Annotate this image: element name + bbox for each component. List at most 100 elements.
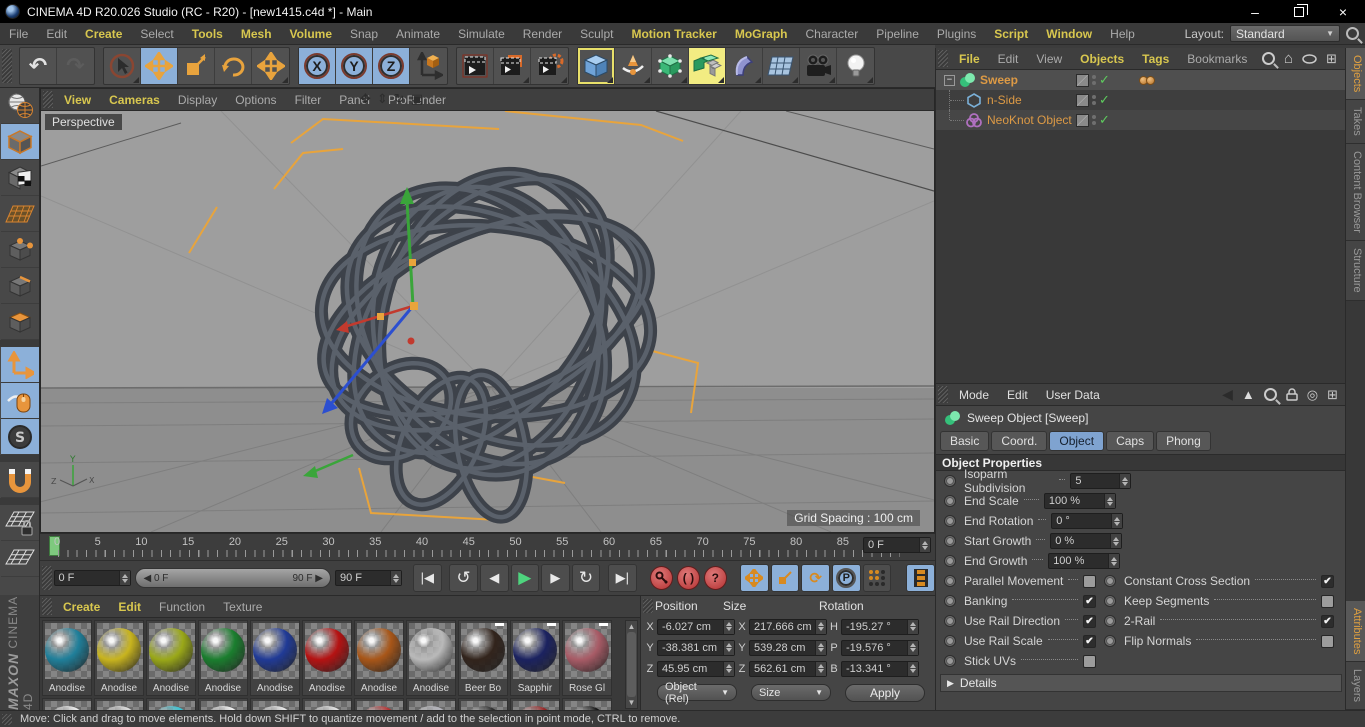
banking-checkbox[interactable]: ✔ [1083,595,1096,608]
workplane-mode-button[interactable] [1,196,39,232]
keyframe-circle-icon[interactable] [1104,615,1116,627]
material-tile[interactable]: Beer Bo [458,620,508,696]
target-icon[interactable]: ◎ [1307,387,1318,403]
tab-coord[interactable]: Coord. [991,431,1047,451]
keyframe-circle-icon[interactable] [944,635,956,647]
keying-selection-button[interactable] [863,564,892,592]
spinner-icon[interactable] [907,641,918,655]
menu-create[interactable]: Create [76,27,131,41]
polygons-mode-button[interactable] [1,304,39,340]
rotation-p-field[interactable]: -19.576 ° [841,640,919,656]
enabled-check-icon[interactable]: ✓ [1099,112,1110,128]
spinner-icon[interactable] [723,662,734,676]
tab-basic[interactable]: Basic [940,431,989,451]
scroll-up-icon[interactable]: ▲ [628,622,636,631]
spinner-icon[interactable] [723,620,734,634]
spinner-icon[interactable] [907,620,918,634]
attr-menu-edit[interactable]: Edit [998,388,1037,402]
position-x-field[interactable]: -6.027 cm [657,619,735,635]
keyframe-circle-icon[interactable] [944,475,956,487]
object-tags[interactable] [1141,76,1155,85]
spinner-icon[interactable] [1110,534,1121,548]
previous-key-button[interactable]: ↺ [449,564,478,592]
add-cube-button[interactable] [578,48,615,84]
om-search-icon[interactable] [1262,52,1275,65]
viewport-menu-options[interactable]: Options [226,93,285,107]
x-axis-lock-button[interactable]: X [299,48,336,84]
points-mode-button[interactable] [1,232,39,268]
om-menu-bookmarks[interactable]: Bookmarks [1178,52,1256,66]
render-picture-viewer-button[interactable] [494,48,531,84]
material-tile[interactable]: Anodise [354,620,404,696]
attr-menu-userdata[interactable]: User Data [1037,388,1109,402]
range-end-field[interactable]: 90 F [335,570,402,586]
toolbar-grip[interactable] [2,49,12,83]
menu-animate[interactable]: Animate [387,27,449,41]
viewport-menu-view[interactable]: View [55,93,100,107]
preview-range-slider[interactable]: ◀ 0 F 90 F ▶ [135,568,331,588]
material-tile[interactable]: Anodise [42,620,92,696]
material-tile[interactable]: Anodise [146,620,196,696]
end-rotation-field[interactable]: 0 ° [1051,513,1123,529]
material-tile[interactable] [198,698,248,710]
spinner-icon[interactable] [119,571,130,585]
workplane-button[interactable] [1,541,39,577]
layer-chip[interactable] [1076,94,1089,107]
visibility-dots[interactable] [1092,95,1096,105]
tab-objects[interactable]: Objects [1346,48,1365,100]
layer-chip[interactable] [1076,114,1089,127]
material-tile[interactable] [250,698,300,710]
previous-frame-button[interactable]: ◀ [480,564,509,592]
tab-phong[interactable]: Phong [1156,431,1211,451]
next-frame-button[interactable]: ▶ [541,564,570,592]
isoparm-subdivision-field[interactable]: 5 [1070,473,1131,489]
coordinate-system-button[interactable] [410,48,447,84]
size-mode-dropdown[interactable]: Size▼ [751,684,831,701]
deformers-button[interactable] [726,48,763,84]
tab-caps[interactable]: Caps [1106,431,1154,451]
spinner-icon[interactable] [1104,494,1115,508]
keyframe-circle-icon[interactable] [944,615,956,627]
materials-grip[interactable] [42,598,52,615]
generators-sweep-button[interactable] [689,48,726,84]
subdivision-surface-button[interactable] [652,48,689,84]
goto-start-button[interactable]: |◀ [413,564,442,592]
search-icon[interactable] [1346,27,1359,40]
tab-takes[interactable]: Takes [1346,100,1365,144]
pan-view-icon[interactable]: ✥ [360,91,371,107]
start-growth-field[interactable]: 0 % [1050,533,1122,549]
spinner-icon[interactable] [390,571,401,585]
render-settings-button[interactable] [531,48,568,84]
texture-mode-button[interactable] [1,160,39,196]
keep-segments-checkbox[interactable] [1321,595,1334,608]
material-tile[interactable] [406,698,456,710]
menu-mesh[interactable]: Mesh [232,27,281,41]
history-back-icon[interactable]: ◀ [1222,386,1233,403]
details-expander[interactable]: ▶ Details [940,674,1342,692]
size-x-field[interactable]: 217.666 cm [749,619,827,635]
position-z-field[interactable]: 45.95 cm [657,661,735,677]
y-axis-lock-button[interactable]: Y [336,48,373,84]
toggle-view-icon[interactable]: ▣ [411,91,423,107]
menu-pipeline[interactable]: Pipeline [867,27,928,41]
spinner-icon[interactable] [1119,474,1130,488]
material-tile[interactable] [42,698,92,710]
lock-workplane-button[interactable] [1,505,39,541]
spinner-icon[interactable] [815,641,826,655]
om-menu-file[interactable]: File [950,52,989,66]
visibility-dots[interactable] [1092,75,1096,85]
rotate-tool-button[interactable] [215,48,252,84]
tab-object[interactable]: Object [1049,431,1104,451]
menu-help[interactable]: Help [1101,27,1144,41]
menu-snap[interactable]: Snap [341,27,387,41]
coords-grip[interactable] [643,599,653,613]
autokey-button[interactable]: ( ) [677,566,700,590]
collapse-icon[interactable]: − [944,75,955,86]
keying-help-button[interactable]: ? [704,566,727,590]
viewport-menu-cameras[interactable]: Cameras [100,93,169,107]
material-tile[interactable] [146,698,196,710]
mat-menu-edit[interactable]: Edit [109,600,150,614]
material-tile[interactable] [562,698,612,710]
transport-grip[interactable] [42,566,52,590]
camera-button[interactable] [800,48,837,84]
